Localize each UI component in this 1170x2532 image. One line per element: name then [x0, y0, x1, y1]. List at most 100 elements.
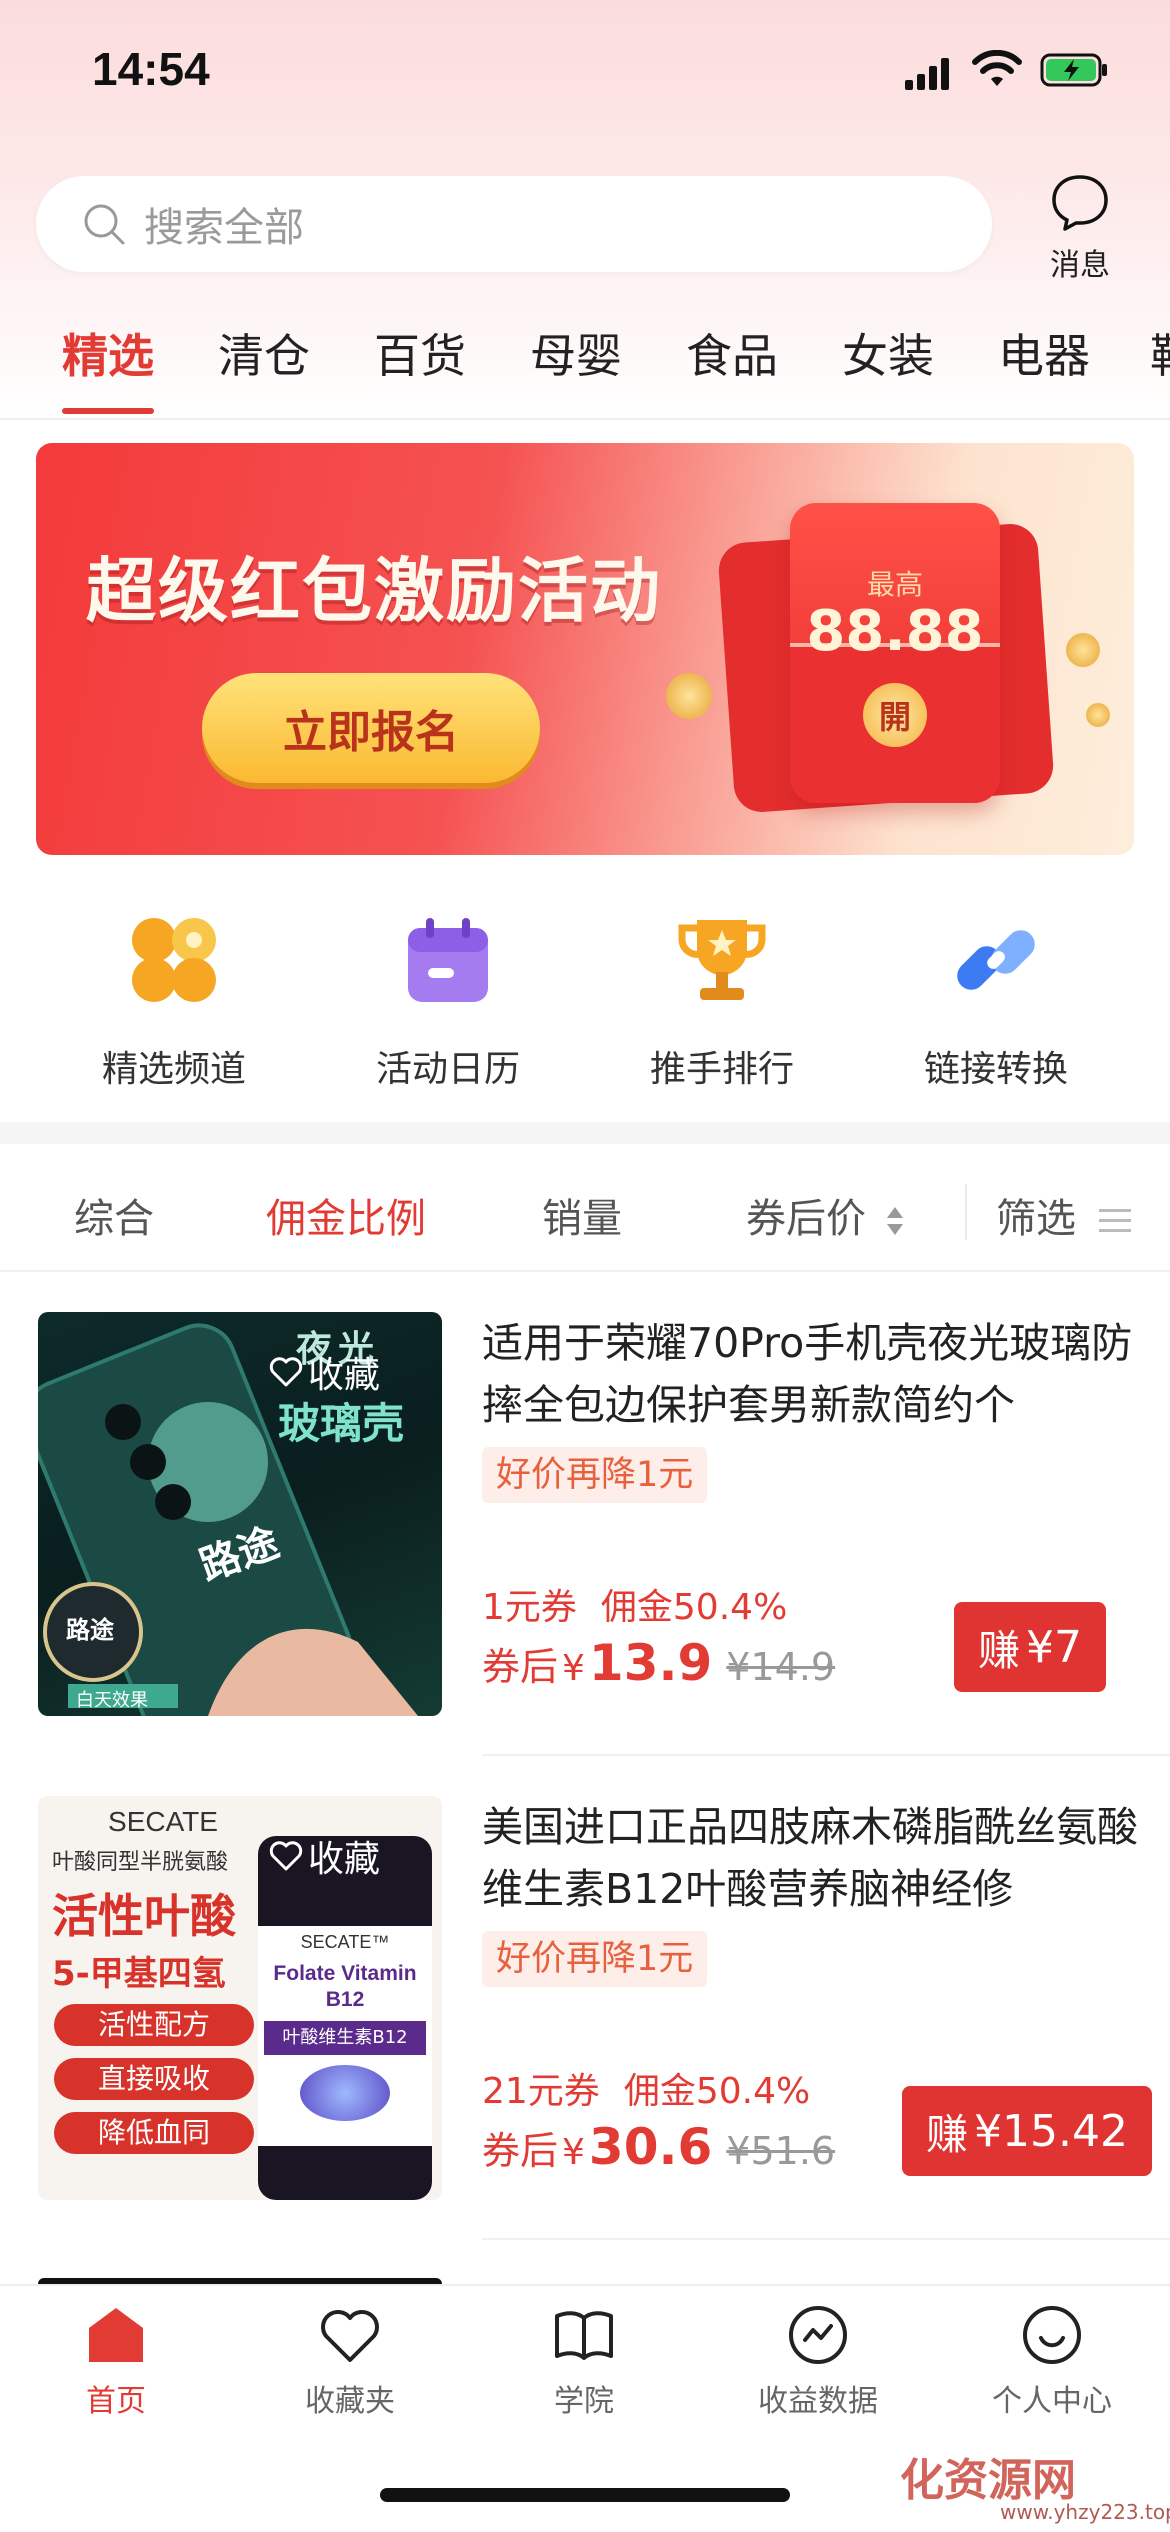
search-placeholder: 搜索全部 [144, 205, 304, 251]
product-image[interactable]: 夜光 玻璃壳 路途 路途 白天效果 收藏 [38, 1312, 442, 1716]
tab-label: 个人中心 [992, 2384, 1112, 2419]
quick-action-calendar[interactable]: 活动日历 [348, 910, 548, 1092]
price-row: 券后 ¥ 13.9 ¥14.9 [482, 1634, 835, 1692]
watermark: 化资源网 [900, 2455, 1076, 2506]
earn-label: 赚 [926, 2109, 969, 2159]
red-envelope: 最高 88.88 開 [790, 503, 1000, 803]
message-button[interactable]: 消息 [1040, 172, 1120, 283]
category-tab-0[interactable]: 精选 [62, 320, 154, 386]
calendar-icon [408, 918, 488, 1002]
sort-sales[interactable]: 销量 [542, 1186, 622, 1244]
earn-button[interactable]: 赚 ¥7 [954, 1602, 1107, 1692]
smile-icon [1023, 2306, 1081, 2364]
filter-label: 筛选 [996, 1196, 1076, 1242]
brain-graphic [300, 2065, 390, 2121]
home-icon [89, 2308, 143, 2362]
currency-symbol: ¥ [562, 2132, 585, 2173]
sort-comprehensive[interactable]: 综合 [74, 1186, 154, 1244]
image-badge: 活性配方 [54, 2004, 254, 2046]
price-label: 券后 [482, 2129, 559, 2173]
product-title[interactable]: 美国进口正品四肢麻木磷脂酰丝氨酸维生素B12叶酸营养脑神经修 [482, 1796, 1142, 1920]
category-tabs: 精选 清仓 百货 母婴 食品 女装 电器 鞋 [0, 320, 1170, 418]
earn-value: ¥15.42 [974, 2105, 1128, 2157]
status-bar: 14:54 [0, 0, 1170, 150]
quick-action-ranking[interactable]: 推手排行 [622, 910, 822, 1092]
coupon-label: 1元券 [482, 1587, 577, 1628]
tab-label: 收藏夹 [305, 2384, 395, 2419]
product-card[interactable]: SECATE 叶酸同型半胱氨酸 活性叶酸 5-甲基四氢 活性配方 直接吸收 降低… [0, 1756, 1170, 2240]
category-tab-6[interactable]: 电器 [998, 320, 1090, 386]
price-drop-tag: 好价再降1元 [482, 1447, 708, 1503]
tab-label: 收益数据 [758, 2384, 878, 2419]
category-tab-3[interactable]: 母婴 [530, 320, 622, 386]
image-badge: 降低血同 [54, 2112, 254, 2154]
category-tab-7[interactable]: 鞋 [1150, 320, 1170, 386]
category-tab-4[interactable]: 食品 [686, 320, 778, 386]
filter-button[interactable]: 筛选 [996, 1186, 1131, 1244]
image-brand-badge: 路途 [66, 1616, 114, 1644]
product-card[interactable]: 夜光 玻璃壳 路途 路途 白天效果 收藏 适用于荣耀70Pro手机壳夜光玻璃防摔… [0, 1272, 1170, 1756]
sort-price-label: 券后价 [746, 1196, 866, 1242]
battery-icon [1040, 53, 1107, 87]
product-meta: 21元券 佣金50.4% [482, 2062, 810, 2114]
divider [0, 418, 1170, 420]
signal-icon [905, 58, 949, 90]
chart-icon [789, 2306, 847, 2364]
price-drop-tag: 好价再降1元 [482, 1931, 708, 1987]
home-indicator [380, 2488, 790, 2502]
tab-home[interactable]: 首页 [16, 2302, 216, 2420]
tab-favorites[interactable]: 收藏夹 [250, 2302, 450, 2420]
price-label: 券后 [482, 1645, 559, 1689]
product-title[interactable]: 适用于荣耀70Pro手机壳夜光玻璃防摔全包边保护套男新款简约个 [482, 1312, 1142, 1436]
price-value: 13.9 [588, 1634, 713, 1692]
trophy-icon [678, 920, 766, 1000]
image-subheadline: 5-甲基四氢 [52, 1954, 226, 1994]
search-icon [84, 204, 125, 245]
category-tab-2[interactable]: 百货 [374, 320, 466, 386]
tab-earnings[interactable]: 收益数据 [718, 2302, 918, 2420]
envelope-seal: 開 [863, 683, 927, 747]
category-tab-1[interactable]: 清仓 [218, 320, 310, 386]
favorite-button[interactable]: 收藏 [268, 1344, 380, 1400]
image-footer: 白天效果 [76, 1690, 148, 1711]
tab-label: 学院 [554, 2384, 614, 2419]
envelope-amount: 88.88 [806, 599, 984, 664]
earn-button[interactable]: 赚 ¥15.42 [902, 2086, 1152, 2176]
heart-icon [269, 1357, 303, 1387]
coin-icon [1066, 633, 1100, 667]
image-badge: 直接吸收 [54, 2058, 254, 2100]
promo-banner[interactable]: 超级红包激励活动 立即报名 最高 88.88 開 [36, 443, 1134, 855]
section-divider [0, 1122, 1170, 1144]
favorite-button[interactable]: 收藏 [268, 1828, 380, 1884]
clover-icon [132, 918, 216, 1002]
tab-profile[interactable]: 个人中心 [952, 2302, 1152, 2420]
bottle-brand: SECATE™ [300, 1932, 390, 1952]
bottle-subtitle: 叶酸维生素B12 [264, 2021, 426, 2055]
tab-academy[interactable]: 学院 [484, 2302, 684, 2420]
signup-button[interactable]: 立即报名 [202, 673, 540, 783]
search-input[interactable]: 搜索全部 [36, 176, 992, 272]
chat-bubble-icon [1052, 175, 1108, 231]
quick-action-label: 链接转换 [923, 1049, 1068, 1090]
book-icon [555, 2311, 613, 2360]
heart-icon [321, 2310, 379, 2362]
wifi-icon [972, 50, 1022, 86]
quick-action-label: 精选频道 [101, 1049, 246, 1090]
earn-value: ¥7 [1026, 1621, 1083, 1673]
status-time: 14:54 [92, 43, 210, 95]
sort-arrows-icon [886, 1207, 903, 1235]
original-price: ¥14.9 [726, 1645, 836, 1689]
product-image[interactable]: SECATE 叶酸同型半胱氨酸 活性叶酸 5-甲基四氢 活性配方 直接吸收 降低… [38, 1796, 442, 2200]
sort-price[interactable]: 券后价 [746, 1186, 905, 1244]
coin-icon [666, 673, 712, 719]
phone-case-illustration [38, 1323, 418, 1716]
tab-label: 首页 [86, 2384, 146, 2419]
coupon-label: 21元券 [482, 2071, 600, 2112]
quick-action-selected-channel[interactable]: 精选频道 [74, 910, 274, 1092]
quick-action-link-convert[interactable]: 链接转换 [896, 910, 1096, 1092]
currency-symbol: ¥ [562, 1648, 585, 1689]
sort-commission[interactable]: 佣金比例 [266, 1186, 426, 1244]
product-meta: 1元券 佣金50.4% [482, 1578, 787, 1630]
category-tab-5[interactable]: 女装 [842, 320, 934, 386]
price-value: 30.6 [588, 2118, 713, 2176]
